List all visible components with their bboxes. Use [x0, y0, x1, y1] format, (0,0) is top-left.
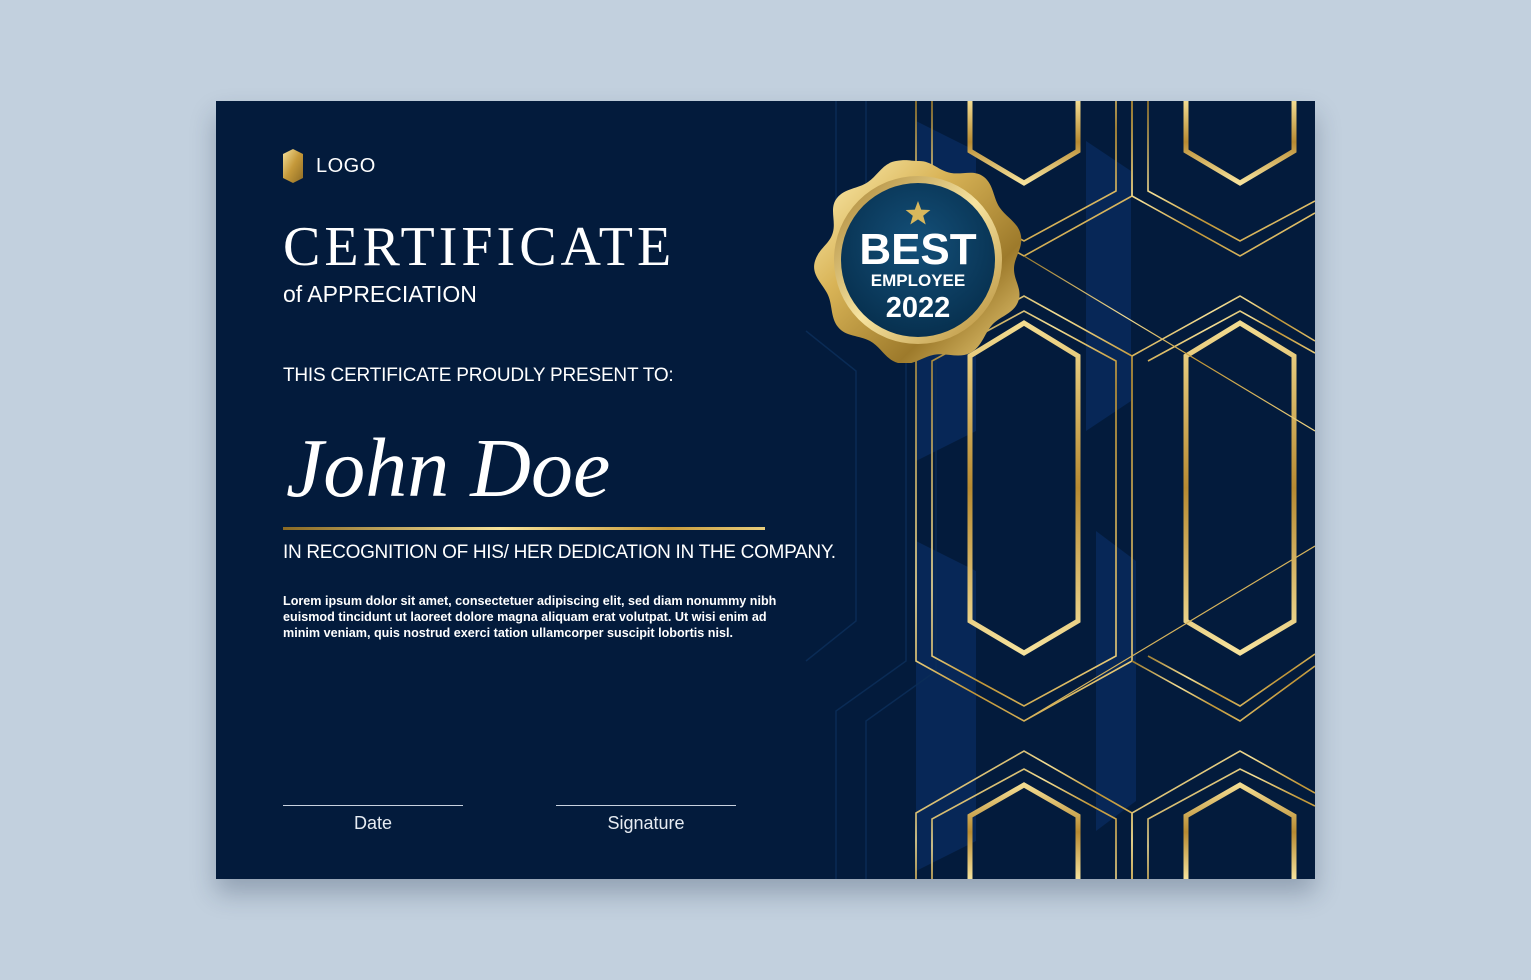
certificate: LOGO CERTIFICATE of APPRECIATION THIS CE…	[216, 101, 1315, 879]
certificate-title: CERTIFICATE	[283, 216, 676, 278]
body-line: euismod tincidunt ut laoreet dolore magn…	[283, 610, 767, 624]
badge-line3: 2022	[886, 292, 951, 324]
date-line	[283, 805, 463, 806]
certificate-subtitle: of APPRECIATION	[283, 281, 477, 307]
recipient-name: John Doe	[286, 422, 611, 515]
signature-line	[556, 805, 736, 806]
presented-to-label: THIS CERTIFICATE PROUDLY PRESENT TO:	[283, 365, 674, 386]
date-field: Date	[283, 805, 463, 832]
best-employee-badge: BEST EMPLOYEE 2022	[814, 160, 1022, 363]
body-line: Lorem ipsum dolor sit amet, consectetuer…	[283, 594, 777, 608]
body-line: minim veniam, quis nostrud exerci tation…	[283, 626, 733, 640]
logo: LOGO	[283, 149, 376, 183]
logo-text: LOGO	[316, 154, 376, 177]
date-label: Date	[353, 813, 393, 833]
badge-line1: BEST	[859, 225, 976, 274]
name-underline	[283, 527, 765, 530]
gold-hexagon-icon	[283, 149, 303, 183]
signature-label: Signature	[607, 813, 685, 833]
badge-line2: EMPLOYEE	[871, 271, 965, 290]
body-text: Lorem ipsum dolor sit amet, consectetuer…	[283, 593, 823, 641]
signature-field: Signature	[556, 805, 736, 832]
recognition-text: IN RECOGNITION OF HIS/ HER DEDICATION IN…	[283, 542, 836, 563]
